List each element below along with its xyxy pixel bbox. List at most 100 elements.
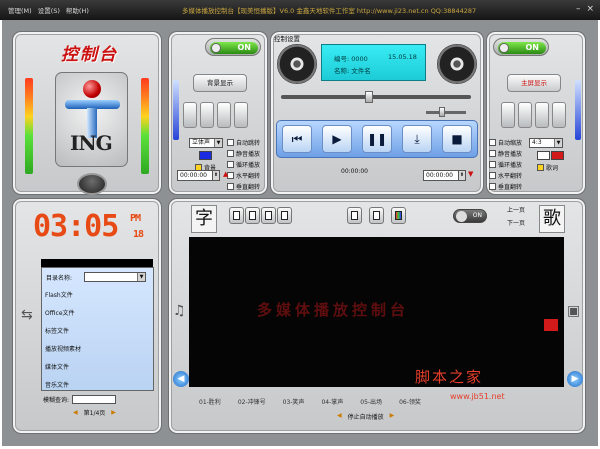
previous-button[interactable]: ⏮ xyxy=(282,125,312,153)
scene-item[interactable]: 04-掌声 xyxy=(321,397,343,406)
lcd-date: 15.05.18 xyxy=(388,53,417,61)
transport-controls: ⏮ ▶ ❚❚ ⤓ ■ xyxy=(276,120,478,158)
stage-toggle[interactable]: ON xyxy=(453,209,487,223)
right-power-switch[interactable]: ON xyxy=(493,38,549,56)
seek-handle[interactable] xyxy=(365,91,373,103)
mini-button[interactable] xyxy=(183,102,197,128)
left-arrow-up-icon[interactable]: ▲ xyxy=(223,170,228,178)
mini-button[interactable] xyxy=(518,102,532,128)
option-flip-v[interactable]: 垂直翻转 xyxy=(227,182,260,191)
stop-prev-icon[interactable]: ◀ xyxy=(337,412,342,421)
option-auto-jump[interactable]: 自动跳转 xyxy=(227,138,260,147)
menu-settings[interactable]: 设置(S) xyxy=(38,5,60,15)
stop-button[interactable]: ■ xyxy=(442,125,472,153)
catalog-list: 目录名称: ▼ Flash文件 Office文件 标签文件 播放视频素材 媒体文… xyxy=(41,267,154,391)
right-time-spin[interactable]: ⬍ xyxy=(458,170,466,181)
mini-button[interactable] xyxy=(217,102,231,128)
screen-icon[interactable] xyxy=(277,207,292,224)
scene-item[interactable]: 03-笑声 xyxy=(283,397,305,406)
left-time-spin[interactable]: ⬍ xyxy=(212,170,220,181)
scroll-right-button[interactable]: ▶ xyxy=(567,371,583,387)
option-mute[interactable]: 静音播放 xyxy=(489,149,522,158)
search-label: 模糊查询: xyxy=(43,397,70,404)
scroll-left-button[interactable]: ◀ xyxy=(173,371,189,387)
right-control-panel: ON 主屏显示 自动缩放 静音播放 循环播放 水平翻转 垂直翻转 4:3 ▼ 歌词… xyxy=(423,31,586,195)
color-swatch-blue[interactable] xyxy=(199,151,212,160)
volume-slider[interactable] xyxy=(426,111,466,114)
lcd-display: 编号: 0000 15.05.18 名称: 文件名 xyxy=(321,44,426,81)
option-loop[interactable]: 循环播放 xyxy=(489,160,522,169)
channel-select[interactable]: 立体声 ▼ xyxy=(189,138,223,148)
red-marker xyxy=(544,319,558,331)
mini-button[interactable] xyxy=(501,102,515,128)
lyrics-checkbox[interactable] xyxy=(537,164,544,171)
stop-autoplay-button[interactable]: 停止自动播放 xyxy=(348,412,384,421)
stop-next-icon[interactable]: ▶ xyxy=(390,412,395,421)
mini-button[interactable] xyxy=(200,102,214,128)
prev-page-link[interactable]: 上一页 xyxy=(507,205,525,214)
option-loop[interactable]: 循环播放 xyxy=(227,160,260,169)
page-prev-icon[interactable]: ◀ xyxy=(73,409,78,416)
catalog-select[interactable]: ▼ xyxy=(84,272,146,282)
right-time-field[interactable]: 00:00:00 xyxy=(423,170,459,181)
volume-handle[interactable] xyxy=(439,107,445,117)
layout-icon[interactable] xyxy=(369,207,384,224)
next-page-link[interactable]: 下一页 xyxy=(507,218,525,227)
search-input[interactable] xyxy=(72,395,117,404)
left-control-panel: ON 背景显示 立体声 ▼ 背景 自动跳转 静音播放 循环播放 水平翻转 垂直翻转… xyxy=(168,31,268,195)
display-screen: 多媒体播放控制台 xyxy=(189,237,564,387)
scene-item[interactable]: 02-冲锋号 xyxy=(238,397,266,406)
swap-icon[interactable]: ⇆ xyxy=(21,307,33,323)
main-screen-display-button[interactable]: 主屏显示 xyxy=(507,74,561,92)
logo-text: ING xyxy=(70,131,113,155)
list-item[interactable]: 媒体文件 xyxy=(45,362,69,371)
scene-item[interactable]: 01-胜利 xyxy=(199,397,221,406)
left-power-switch[interactable]: ON xyxy=(205,38,261,56)
level-indicator xyxy=(575,80,581,140)
option-mute[interactable]: 静音播放 xyxy=(227,149,260,158)
right-options: 自动缩放 静音播放 循环播放 水平翻转 垂直翻转 xyxy=(489,138,522,191)
layout-icon[interactable] xyxy=(347,207,362,224)
menu-manage[interactable]: 管理(M) xyxy=(8,5,32,15)
list-item[interactable]: 标签文件 xyxy=(45,326,69,335)
list-item[interactable]: 播放视频素材 xyxy=(45,344,81,353)
color-swatch-white[interactable] xyxy=(537,151,550,160)
vu-meter-left xyxy=(25,78,33,174)
play-button[interactable]: ▶ xyxy=(322,125,352,153)
pause-button[interactable]: ❚❚ xyxy=(362,125,392,153)
scene-item[interactable]: 06-领奖 xyxy=(399,397,421,406)
mini-button[interactable] xyxy=(234,102,248,128)
color-swatch-red[interactable] xyxy=(551,151,564,160)
list-item[interactable]: 音乐文件 xyxy=(45,380,69,389)
menu-help[interactable]: 帮助(H) xyxy=(66,5,89,15)
background-display-button[interactable]: 背景显示 xyxy=(193,74,247,92)
music-note-icon[interactable]: ♫ xyxy=(173,303,186,319)
list-item[interactable]: Flash文件 xyxy=(45,290,73,299)
option-auto-scale[interactable]: 自动缩放 xyxy=(489,138,522,147)
ratio-select[interactable]: 4:3 ▼ xyxy=(529,138,563,148)
close-button[interactable]: × xyxy=(586,4,594,14)
left-time-field[interactable]: 00:00:00 xyxy=(177,170,213,181)
option-flip-h[interactable]: 水平翻转 xyxy=(489,171,522,180)
image-icon[interactable]: ▣ xyxy=(567,303,580,319)
scene-item[interactable]: 05-出场 xyxy=(360,397,382,406)
minimize-button[interactable]: – xyxy=(576,4,581,14)
seek-bar[interactable] xyxy=(281,95,471,99)
scene-list: 01-胜利 02-冲锋号 03-笑声 04-掌声 05-出场 06-领奖 xyxy=(199,397,421,406)
stop-autoplay-row: ◀ 停止自动播放 ▶ xyxy=(337,412,394,421)
right-arrow-down-icon[interactable]: ▼ xyxy=(468,170,473,178)
page-next-icon[interactable]: ▶ xyxy=(111,409,116,416)
option-flip-v[interactable]: 垂直翻转 xyxy=(489,182,522,191)
screen-icon[interactable] xyxy=(245,207,260,224)
title-bar: 管理(M) 设置(S) 帮助(H) 多媒体播放控制台【现美恒播版】V6.0 金鑫… xyxy=(0,0,600,20)
power-knob[interactable] xyxy=(77,173,107,195)
option-flip-h[interactable]: 水平翻转 xyxy=(227,171,260,180)
left-button-row xyxy=(183,102,248,128)
mini-button[interactable] xyxy=(552,102,566,128)
color-icon[interactable] xyxy=(391,207,406,224)
list-item[interactable]: Office文件 xyxy=(45,308,75,317)
mini-button[interactable] xyxy=(535,102,549,128)
screen-icon[interactable] xyxy=(261,207,276,224)
download-button[interactable]: ⤓ xyxy=(402,125,432,153)
screen-icon[interactable] xyxy=(229,207,244,224)
